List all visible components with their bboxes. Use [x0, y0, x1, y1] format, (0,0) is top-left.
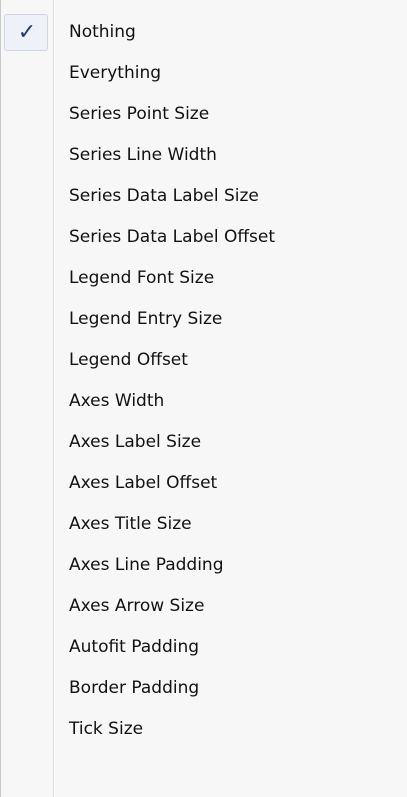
menu-item-check-area — [1, 340, 53, 381]
menu-item-check-area — [1, 135, 53, 176]
menu-item-check-area — [1, 668, 53, 709]
menu-item-label: Legend Offset — [69, 350, 188, 370]
menu-item-label: Nothing — [69, 22, 136, 42]
menu-item[interactable]: Axes Label Size — [1, 422, 407, 463]
menu-item[interactable]: Axes Arrow Size — [1, 586, 407, 627]
menu-item-label: Series Data Label Size — [69, 186, 259, 206]
menu-item-label: Legend Font Size — [69, 268, 215, 288]
menu-item-check-area — [1, 627, 53, 668]
menu-item[interactable]: Border Padding — [1, 668, 407, 709]
menu-item-label: Legend Entry Size — [69, 309, 223, 329]
menu-item[interactable]: Axes Title Size — [1, 504, 407, 545]
menu-item-list: ✓ Nothing Everything Series Point Size Serie… — [1, 12, 407, 750]
menu-item-check-area — [1, 258, 53, 299]
menu-item[interactable]: Series Data Label Size — [1, 176, 407, 217]
menu-item-check-area — [1, 381, 53, 422]
menu-item-label: Axes Label Offset — [69, 473, 218, 493]
menu-item[interactable]: Tick Size — [1, 709, 407, 750]
menu-item-label: Axes Title Size — [69, 514, 192, 534]
menu-item[interactable]: Axes Width — [1, 381, 407, 422]
menu-item-check-area — [1, 504, 53, 545]
menu-item[interactable]: Everything — [1, 53, 407, 94]
menu-item-check-area — [1, 217, 53, 258]
menu-item[interactable]: Series Point Size — [1, 94, 407, 135]
menu-item-label: Everything — [69, 63, 162, 83]
menu-item-label: Series Point Size — [69, 104, 210, 124]
menu-item-label: Tick Size — [69, 719, 144, 739]
menu-item[interactable]: Series Data Label Offset — [1, 217, 407, 258]
menu-item[interactable]: ✓ Nothing — [1, 12, 407, 53]
menu-item-label: Autofit Padding — [69, 637, 200, 657]
menu-item[interactable]: Autofit Padding — [1, 627, 407, 668]
menu-item-check-area — [1, 94, 53, 135]
menu-item[interactable]: Legend Offset — [1, 340, 407, 381]
menu-item-check-area: ✓ — [1, 12, 53, 53]
menu-item-label: Series Data Label Offset — [69, 227, 276, 247]
context-menu: ✓ Nothing Everything Series Point Size Serie… — [0, 0, 407, 797]
menu-item-check-area — [1, 586, 53, 627]
menu-item-label: Border Padding — [69, 678, 200, 698]
menu-item-check-area — [1, 53, 53, 94]
menu-item-check-area — [1, 709, 53, 750]
menu-item-check-area — [1, 545, 53, 586]
menu-item-check-area — [1, 422, 53, 463]
menu-item[interactable]: Legend Entry Size — [1, 299, 407, 340]
menu-item-check-area — [1, 463, 53, 504]
menu-item-check-area — [1, 176, 53, 217]
menu-item-label: Series Line Width — [69, 145, 217, 165]
menu-item-label: Axes Arrow Size — [69, 596, 205, 616]
menu-item-label: Axes Width — [69, 391, 165, 411]
menu-item-check-area — [1, 299, 53, 340]
menu-item[interactable]: Axes Line Padding — [1, 545, 407, 586]
menu-item[interactable]: Legend Font Size — [1, 258, 407, 299]
menu-item[interactable]: Series Line Width — [1, 135, 407, 176]
menu-item-label: Axes Label Size — [69, 432, 202, 452]
menu-item[interactable]: Axes Label Offset — [1, 463, 407, 504]
checkmark-icon: ✓ — [17, 20, 37, 45]
menu-item-label: Axes Line Padding — [69, 555, 224, 575]
